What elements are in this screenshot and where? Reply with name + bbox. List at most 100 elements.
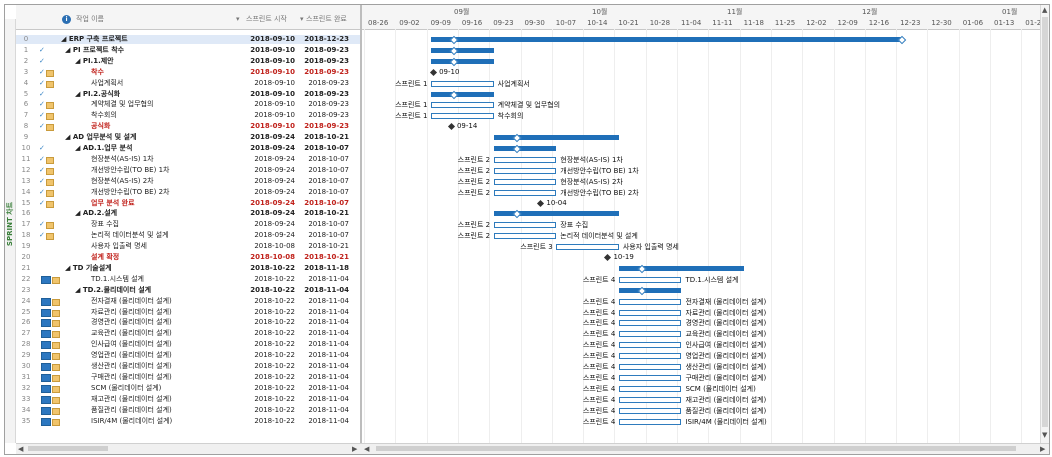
sprint-start[interactable]: 2018-10-22 (243, 329, 295, 338)
task-bar[interactable] (618, 407, 682, 414)
task-name[interactable]: SCM (물리데이터 설계) (61, 384, 269, 393)
scroll-left-icon[interactable]: ◀ (18, 445, 23, 453)
table-row[interactable]: 2 ✓ ◢ PI.1.제안 2018-09-10 2018-09-23 (16, 57, 360, 66)
task-name[interactable]: ISIR/4M (물리데이터 설계) (61, 417, 269, 426)
sprint-start[interactable]: 2018-10-22 (243, 297, 295, 306)
task-name[interactable]: 착수 (61, 68, 269, 77)
table-row[interactable]: 27 교육관리 (물리데이터 설계) 2018-10-22 2018-11-04 (16, 329, 360, 339)
table-row[interactable]: 12 ✓ 개선방안수립(TO BE) 1차 2018-09-24 2018-10-07 (16, 166, 360, 175)
task-bar[interactable] (618, 320, 682, 327)
task-name[interactable]: ◢ TD.2.물리데이터 설계 (61, 286, 253, 295)
sprint-start[interactable]: 2018-10-08 (243, 242, 295, 251)
task-name[interactable]: 영업관리 (물리데이터 설계) (61, 351, 269, 360)
task-name[interactable]: 전자결재 (물리데이터 설계) (61, 297, 269, 306)
column-header-name[interactable]: 작업 이름 (76, 5, 236, 29)
task-name[interactable]: 계약체결 및 업무협의 (61, 100, 269, 109)
horizontal-scrollbar[interactable]: ◀ ▶ ◀ ▶ (16, 443, 1049, 454)
sprint-start[interactable]: 2018-09-24 (243, 144, 295, 153)
sprint-start[interactable]: 2018-10-22 (243, 384, 295, 393)
table-row[interactable]: 0 ◢ ERP 구축 프로젝트 2018-09-10 2018-12-23 (16, 35, 360, 44)
sprint-finish[interactable]: 2018-10-07 (297, 166, 349, 175)
summary-bar[interactable] (431, 91, 494, 97)
task-bar[interactable] (493, 178, 557, 185)
table-row[interactable]: 8 ✓ 공식화 2018-09-10 2018-09-23 (16, 122, 360, 132)
sprint-start[interactable]: 2018-10-22 (243, 406, 295, 415)
sprint-finish[interactable]: 2018-10-21 (297, 253, 349, 262)
sprint-finish[interactable]: 2018-11-04 (297, 417, 349, 426)
sprint-start[interactable]: 2018-09-10 (243, 57, 295, 66)
table-row[interactable]: 30 생산관리 (물리데이터 설계) 2018-10-22 2018-11-04 (16, 362, 360, 371)
table-row[interactable]: 25 자료관리 (물리데이터 설계) 2018-10-22 2018-11-04 (16, 308, 360, 317)
table-row[interactable]: 11 ✓ 현장분석(AS-IS) 1차 2018-09-24 2018-10-07 (16, 155, 360, 164)
table-row[interactable]: 15 ✓ 업무 분석 완료 2018-09-24 2018-10-07 (16, 199, 360, 208)
sprint-start[interactable]: 2018-09-24 (243, 199, 295, 208)
scroll-thumb[interactable] (1042, 17, 1048, 427)
sprint-start[interactable]: 2018-09-24 (243, 188, 295, 197)
sprint-start[interactable]: 2018-09-10 (243, 46, 295, 55)
sprint-finish[interactable]: 2018-10-21 (297, 209, 349, 218)
task-bar[interactable] (493, 156, 557, 163)
sprint-finish[interactable]: 2018-11-04 (297, 395, 349, 404)
task-name[interactable]: 인사급여 (물리데이터 설계) (61, 340, 269, 349)
info-icon[interactable]: i (62, 5, 74, 29)
sprint-start[interactable]: 2018-10-22 (243, 362, 295, 371)
task-name[interactable]: 착수회의 (61, 111, 269, 120)
task-bar[interactable] (493, 233, 557, 240)
task-name[interactable]: ◢ ERP 구축 프로젝트 (61, 35, 239, 44)
task-bar[interactable] (493, 189, 557, 196)
sprint-start[interactable]: 2018-10-22 (243, 264, 295, 273)
table-row[interactable]: 10 ✓ ◢ AD.1.업무 분석 2018-09-24 2018-10-07 (16, 144, 360, 153)
task-name[interactable]: 생산관리 (물리데이터 설계) (61, 362, 269, 371)
task-bar[interactable] (618, 331, 682, 338)
sprint-start[interactable]: 2018-10-22 (243, 340, 295, 349)
sprint-finish[interactable]: 2018-09-23 (297, 46, 349, 55)
sprint-start[interactable]: 2018-09-24 (243, 166, 295, 175)
task-name[interactable]: 교육관리 (물리데이터 설계) (61, 329, 269, 338)
summary-bar[interactable] (431, 58, 494, 64)
sprint-finish[interactable]: 2018-10-07 (297, 155, 349, 164)
chevron-down-icon[interactable]: ▾ (236, 5, 242, 29)
sprint-start[interactable]: 2018-10-22 (243, 395, 295, 404)
table-row[interactable]: 28 인사급여 (물리데이터 설계) 2018-10-22 2018-11-04 (16, 340, 360, 350)
task-name[interactable]: ◢ AD.2.설계 (61, 209, 253, 218)
task-name[interactable]: ◢ TD 기술설계 (61, 264, 243, 273)
summary-bar[interactable] (493, 146, 557, 151)
task-name[interactable]: 사용자 입출력 명세 (61, 242, 269, 251)
task-name[interactable]: 논리적 데이터분석 및 설계 (61, 231, 269, 240)
table-row[interactable]: 6 ✓ 계약체결 및 업무협의 2018-09-10 2018-09-23 (16, 100, 360, 110)
task-name[interactable]: 재고관리 (물리데이터 설계) (61, 395, 269, 404)
task-name[interactable]: 업무 분석 완료 (61, 199, 269, 208)
table-row[interactable]: 19 사용자 입출력 명세 2018-10-08 2018-10-21 (16, 242, 360, 251)
table-row[interactable]: 22 TD.1.시스템 설계 2018-10-22 2018-11-04 (16, 275, 360, 284)
sprint-start[interactable]: 2018-10-22 (243, 286, 295, 295)
sprint-start[interactable]: 2018-10-22 (243, 417, 295, 426)
table-row[interactable]: 35 ISIR/4M (물리데이터 설계) 2018-10-22 2018-11-04 (16, 417, 360, 426)
table-row[interactable]: 9 ◢ AD 업무분석 및 설계 2018-09-24 2018-10-21 (16, 133, 360, 142)
sprint-finish[interactable]: 2018-11-04 (297, 286, 349, 295)
sprint-start[interactable]: 2018-10-22 (243, 308, 295, 317)
table-row[interactable]: 26 경영관리 (물리데이터 설계) 2018-10-22 2018-11-04 (16, 318, 360, 328)
scroll-right-icon[interactable]: ▶ (352, 445, 357, 453)
task-name[interactable]: 현장분석(AS-IS) 1차 (61, 155, 269, 164)
task-name[interactable]: ◢ AD.1.업무 분석 (61, 144, 253, 153)
table-row[interactable]: 13 ✓ 현장분석(AS-IS) 2차 2018-09-24 2018-10-07 (16, 177, 360, 186)
sprint-finish[interactable]: 2018-11-04 (297, 308, 349, 317)
sprint-start[interactable]: 2018-09-24 (243, 231, 295, 240)
milestone-diamond[interactable] (604, 253, 612, 262)
sprint-finish[interactable]: 2018-11-18 (297, 264, 349, 273)
task-name[interactable]: 품질관리 (물리데이터 설계) (61, 406, 269, 415)
milestone-diamond[interactable] (430, 68, 438, 76)
sprint-start[interactable]: 2018-09-10 (243, 111, 295, 120)
sprint-finish[interactable]: 2018-11-04 (297, 340, 349, 349)
sprint-finish[interactable]: 2018-11-04 (297, 329, 349, 338)
sprint-finish[interactable]: 2018-11-04 (297, 362, 349, 371)
summary-bar[interactable] (431, 37, 901, 42)
sprint-start[interactable]: 2018-10-22 (243, 275, 295, 284)
sprint-start[interactable]: 2018-09-24 (243, 133, 295, 142)
table-row[interactable]: 29 영업관리 (물리데이터 설계) 2018-10-22 2018-11-04 (16, 351, 360, 361)
table-row[interactable]: 20 설계 확정 2018-10-08 2018-10-21 (16, 253, 360, 262)
table-row[interactable]: 18 ✓ 논리적 데이터분석 및 설계 2018-09-24 2018-10-07 (16, 231, 360, 241)
task-name[interactable]: 공식화 (61, 122, 269, 131)
task-name[interactable]: 자료관리 (물리데이터 설계) (61, 308, 269, 317)
scroll-up-icon[interactable]: ▲ (1042, 6, 1047, 14)
